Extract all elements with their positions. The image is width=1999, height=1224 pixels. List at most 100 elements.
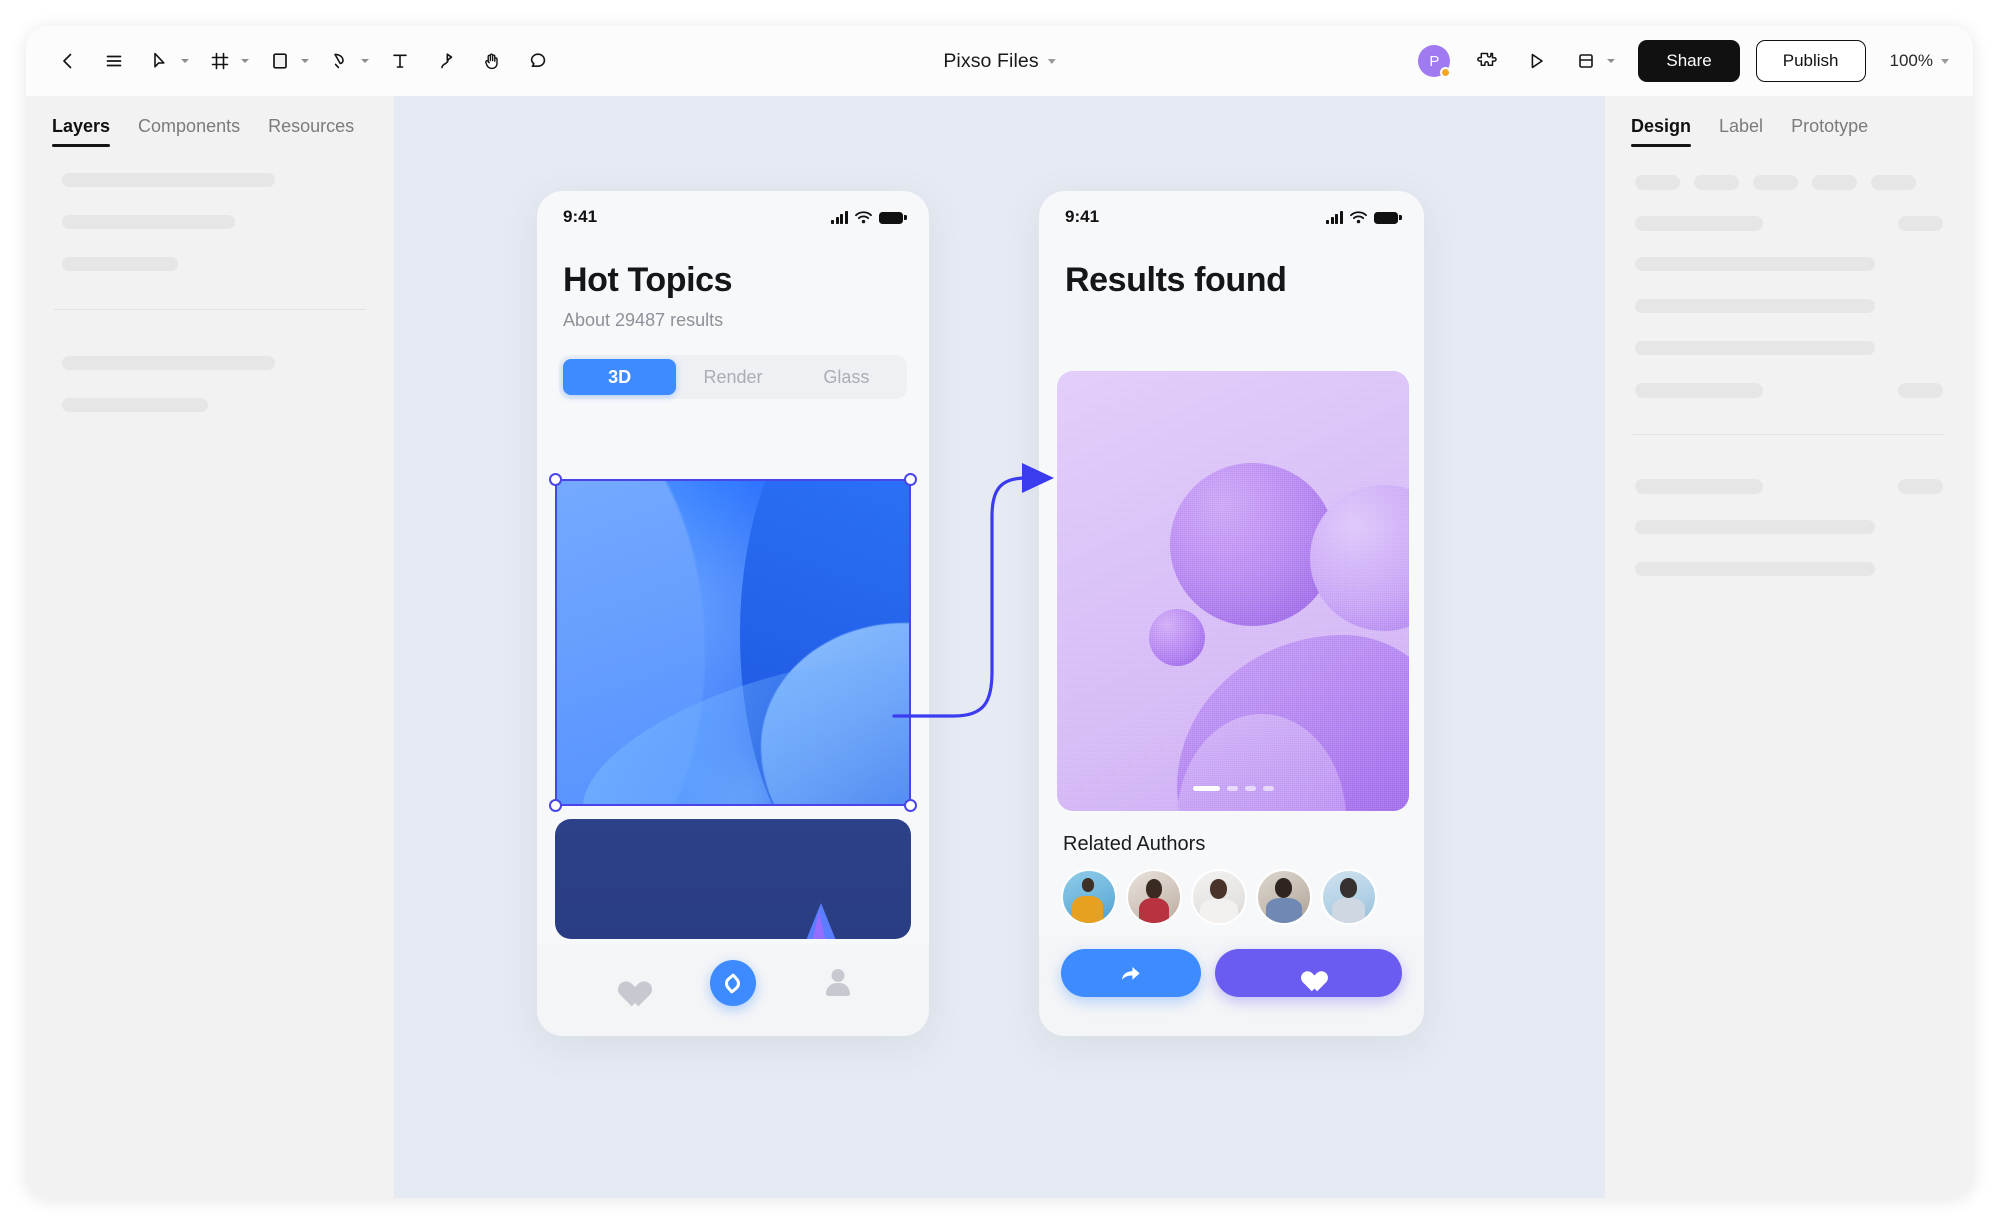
avatar-initial: P xyxy=(1429,52,1440,70)
bottom-navigation-bar xyxy=(537,944,929,1036)
path-tool-icon[interactable] xyxy=(424,39,468,83)
skeleton-chip xyxy=(1898,383,1943,398)
skeleton-bar xyxy=(62,173,275,187)
skeleton-bar xyxy=(1635,341,1876,355)
like-button[interactable] xyxy=(1215,949,1402,997)
skeleton-chip xyxy=(1812,175,1857,190)
tab-layers[interactable]: Layers xyxy=(52,116,111,149)
pen-tool-icon[interactable] xyxy=(318,39,362,83)
comment-tool-icon[interactable] xyxy=(516,39,560,83)
frame-tool-icon[interactable] xyxy=(198,39,242,83)
tab-components[interactable]: Components xyxy=(138,116,240,149)
share-arrow-icon xyxy=(1122,967,1140,980)
status-bar-time: 9:41 xyxy=(1065,207,1100,226)
menu-icon[interactable] xyxy=(92,39,136,83)
frame-tool-chevron-down-icon[interactable] xyxy=(238,39,252,83)
move-tool-chevron-down-icon[interactable] xyxy=(178,39,192,83)
document-title-chevron-down-icon[interactable] xyxy=(1048,59,1056,64)
author-avatar-1[interactable] xyxy=(1061,869,1117,925)
shape-tool-chevron-down-icon[interactable] xyxy=(298,39,312,83)
segment-render[interactable]: Render xyxy=(676,359,789,395)
layout-icon[interactable] xyxy=(1564,39,1608,83)
battery-icon xyxy=(879,211,907,224)
tab-prototype[interactable]: Prototype xyxy=(1791,116,1868,149)
back-icon[interactable] xyxy=(46,39,90,83)
right-panel: Design Label Prototype xyxy=(1605,96,1973,1198)
secondary-card[interactable] xyxy=(555,819,911,939)
frame-hot-topics[interactable]: 9:41 Hot Topics About 29487 results 3D R… xyxy=(537,191,929,1036)
segment-glass[interactable]: Glass xyxy=(790,359,903,395)
zoom-chevron-down-icon[interactable] xyxy=(1941,59,1949,64)
frame-tool-group[interactable] xyxy=(198,39,256,83)
skeleton-bar xyxy=(1635,562,1876,576)
share-post-button[interactable] xyxy=(1061,949,1201,997)
wifi-icon xyxy=(855,210,872,223)
skeleton-chip xyxy=(1694,175,1739,190)
nav-profile-icon[interactable] xyxy=(823,968,853,998)
pen-tool-group[interactable] xyxy=(318,39,376,83)
plugin-icon[interactable] xyxy=(1464,39,1508,83)
pagination-dot[interactable] xyxy=(1226,786,1238,791)
grain-overlay xyxy=(1057,371,1409,811)
author-avatar-5[interactable] xyxy=(1321,869,1377,925)
skeleton-bar xyxy=(62,398,208,412)
text-tool-icon[interactable] xyxy=(378,39,422,83)
publish-button[interactable]: Publish xyxy=(1755,40,1866,82)
related-authors-list xyxy=(1061,869,1377,925)
top-toolbar: Pixso Files P Share Publish 100% xyxy=(26,26,1973,96)
move-tool-group[interactable] xyxy=(138,39,196,83)
document-title[interactable]: Pixso Files xyxy=(943,50,1055,73)
workspace: Layers Components Resources 9:41 Hot Top… xyxy=(26,96,1973,1198)
nav-favorites-icon[interactable] xyxy=(613,969,643,997)
app-window: Pixso Files P Share Publish 100% Layers … xyxy=(26,26,1973,1198)
heart-icon xyxy=(1296,962,1322,984)
document-title-text: Pixso Files xyxy=(943,49,1039,72)
pagination-dot[interactable] xyxy=(1262,786,1274,791)
hand-tool-icon[interactable] xyxy=(470,39,514,83)
shape-tool-icon[interactable] xyxy=(258,39,302,83)
zoom-control[interactable]: 100% xyxy=(1890,51,1949,71)
signal-icon xyxy=(1326,210,1343,224)
right-panel-divider xyxy=(1633,434,1945,435)
pagination-dot[interactable] xyxy=(1244,786,1256,791)
design-canvas[interactable]: 9:41 Hot Topics About 29487 results 3D R… xyxy=(394,96,1605,1198)
related-authors-label: Related Authors xyxy=(1063,833,1206,855)
frame1-subtitle: About 29487 results xyxy=(563,310,724,330)
skeleton-row xyxy=(1635,479,1943,494)
move-tool-icon[interactable] xyxy=(138,39,182,83)
skeleton-chip xyxy=(1753,175,1798,190)
frame-results-found[interactable]: 9:41 Results found Related Authors xyxy=(1039,191,1424,1036)
shape-tool-group[interactable] xyxy=(258,39,316,83)
tab-design[interactable]: Design xyxy=(1631,116,1692,149)
left-panel: Layers Components Resources xyxy=(26,96,394,1198)
skeleton-bar xyxy=(62,257,178,271)
author-avatar-2[interactable] xyxy=(1126,869,1182,925)
present-icon[interactable] xyxy=(1514,39,1558,83)
tab-resources[interactable]: Resources xyxy=(268,116,354,149)
author-avatar-4[interactable] xyxy=(1256,869,1312,925)
skeleton-chip xyxy=(1635,479,1763,494)
category-segmented-control[interactable]: 3D Render Glass xyxy=(559,355,907,399)
skeleton-row xyxy=(1635,216,1943,231)
author-avatar-3[interactable] xyxy=(1191,869,1247,925)
pen-tool-chevron-down-icon[interactable] xyxy=(358,39,372,83)
layout-chevron-down-icon[interactable] xyxy=(1604,39,1618,83)
avatar[interactable]: P xyxy=(1418,45,1452,78)
segment-3d[interactable]: 3D xyxy=(563,359,677,395)
left-panel-divider xyxy=(54,309,366,310)
result-hero-card[interactable] xyxy=(1057,371,1409,811)
skeleton-bar xyxy=(62,215,236,229)
skeleton-chip xyxy=(1898,479,1943,494)
share-button[interactable]: Share xyxy=(1638,40,1740,82)
layers-placeholder-group-1 xyxy=(26,149,394,299)
hero-image-blue[interactable] xyxy=(555,479,911,806)
pagination-dot[interactable] xyxy=(1192,786,1220,791)
carousel-pagination[interactable] xyxy=(1057,786,1409,791)
nav-explore-icon[interactable] xyxy=(709,960,756,1006)
design-placeholder-group-1 xyxy=(1605,149,1973,424)
right-panel-tabs: Design Label Prototype xyxy=(1605,96,1973,149)
layout-group[interactable] xyxy=(1564,39,1622,83)
layers-placeholder-group-2 xyxy=(26,332,394,440)
tab-label[interactable]: Label xyxy=(1719,116,1763,149)
design-placeholder-group-2 xyxy=(1605,457,1973,604)
